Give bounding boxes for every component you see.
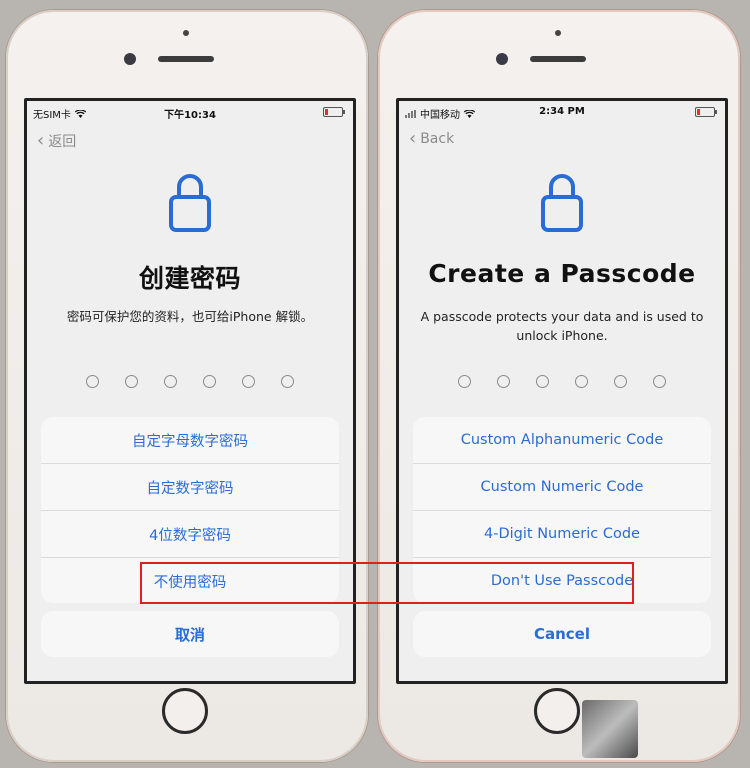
passcode-options-sheet: 自定字母数字密码 自定数字密码 4位数字密码 不使用密码	[41, 417, 339, 603]
back-button[interactable]: ‹ 返回	[37, 131, 76, 151]
earpiece-speaker	[158, 56, 214, 62]
cancel-button[interactable]: 取消	[41, 611, 339, 657]
passcode-dot	[242, 375, 255, 388]
passcode-dot	[458, 375, 471, 388]
passcode-dot	[497, 375, 510, 388]
status-bar: 中国移动 2:34 PM	[399, 101, 725, 123]
metal-sticker	[582, 700, 638, 758]
passcode-dot	[575, 375, 588, 388]
front-camera	[496, 53, 508, 65]
lock-icon	[399, 171, 725, 237]
battery-icon	[323, 107, 345, 117]
passcode-dot	[281, 375, 294, 388]
page-description: A passcode protects your data and is use…	[420, 309, 704, 343]
back-button[interactable]: ‹ Back	[409, 128, 455, 149]
back-label: 返回	[48, 134, 77, 150]
lock-icon	[27, 171, 353, 237]
option-custom-numeric[interactable]: Custom Numeric Code	[413, 464, 711, 511]
passcode-dot	[86, 375, 99, 388]
passcode-options-sheet: Custom Alphanumeric Code Custom Numeric …	[413, 417, 711, 603]
chevron-left-icon: ‹	[409, 128, 417, 149]
option-custom-alphanumeric[interactable]: Custom Alphanumeric Code	[413, 417, 711, 464]
back-label: Back	[420, 131, 455, 147]
phone-right: 中国移动 2:34 PM ‹ Back Create a Passcode A …	[378, 10, 740, 762]
cancel-button[interactable]: Cancel	[413, 611, 711, 657]
phone-left: 无SIM卡 下午10:34 ‹ 返回 创建密码 密码可保护您的资料，也可给iPh…	[6, 10, 368, 762]
passcode-dots	[399, 375, 725, 388]
proximity-sensor	[555, 30, 561, 36]
page-title: 创建密码	[138, 264, 241, 293]
option-custom-alphanumeric[interactable]: 自定字母数字密码	[41, 417, 339, 464]
status-time: 下午10:34	[164, 110, 216, 121]
screen-right: 中国移动 2:34 PM ‹ Back Create a Passcode A …	[396, 98, 728, 684]
option-dont-use-passcode[interactable]: 不使用密码	[41, 558, 339, 603]
passcode-dot	[536, 375, 549, 388]
battery-icon	[695, 107, 717, 117]
screen-left: 无SIM卡 下午10:34 ‹ 返回 创建密码 密码可保护您的资料，也可给iPh…	[24, 98, 356, 684]
option-4-digit[interactable]: 4-Digit Numeric Code	[413, 511, 711, 558]
option-dont-use-passcode[interactable]: Don't Use Passcode	[413, 558, 711, 603]
status-time: 2:34 PM	[539, 106, 585, 117]
chevron-left-icon: ‹	[37, 130, 45, 151]
passcode-dot	[614, 375, 627, 388]
passcode-dot	[203, 375, 216, 388]
passcode-dots	[27, 375, 353, 388]
home-button[interactable]	[162, 688, 208, 734]
passcode-dot	[125, 375, 138, 388]
page-description: 密码可保护您的资料，也可给iPhone 解锁。	[66, 309, 314, 324]
proximity-sensor	[183, 30, 189, 36]
front-camera	[124, 53, 136, 65]
page-title: Create a Passcode	[428, 259, 696, 288]
home-button[interactable]	[534, 688, 580, 734]
earpiece-speaker	[530, 56, 586, 62]
status-bar: 无SIM卡 下午10:34	[27, 101, 353, 123]
passcode-dot	[653, 375, 666, 388]
option-custom-numeric[interactable]: 自定数字密码	[41, 464, 339, 511]
option-4-digit[interactable]: 4位数字密码	[41, 511, 339, 558]
passcode-dot	[164, 375, 177, 388]
